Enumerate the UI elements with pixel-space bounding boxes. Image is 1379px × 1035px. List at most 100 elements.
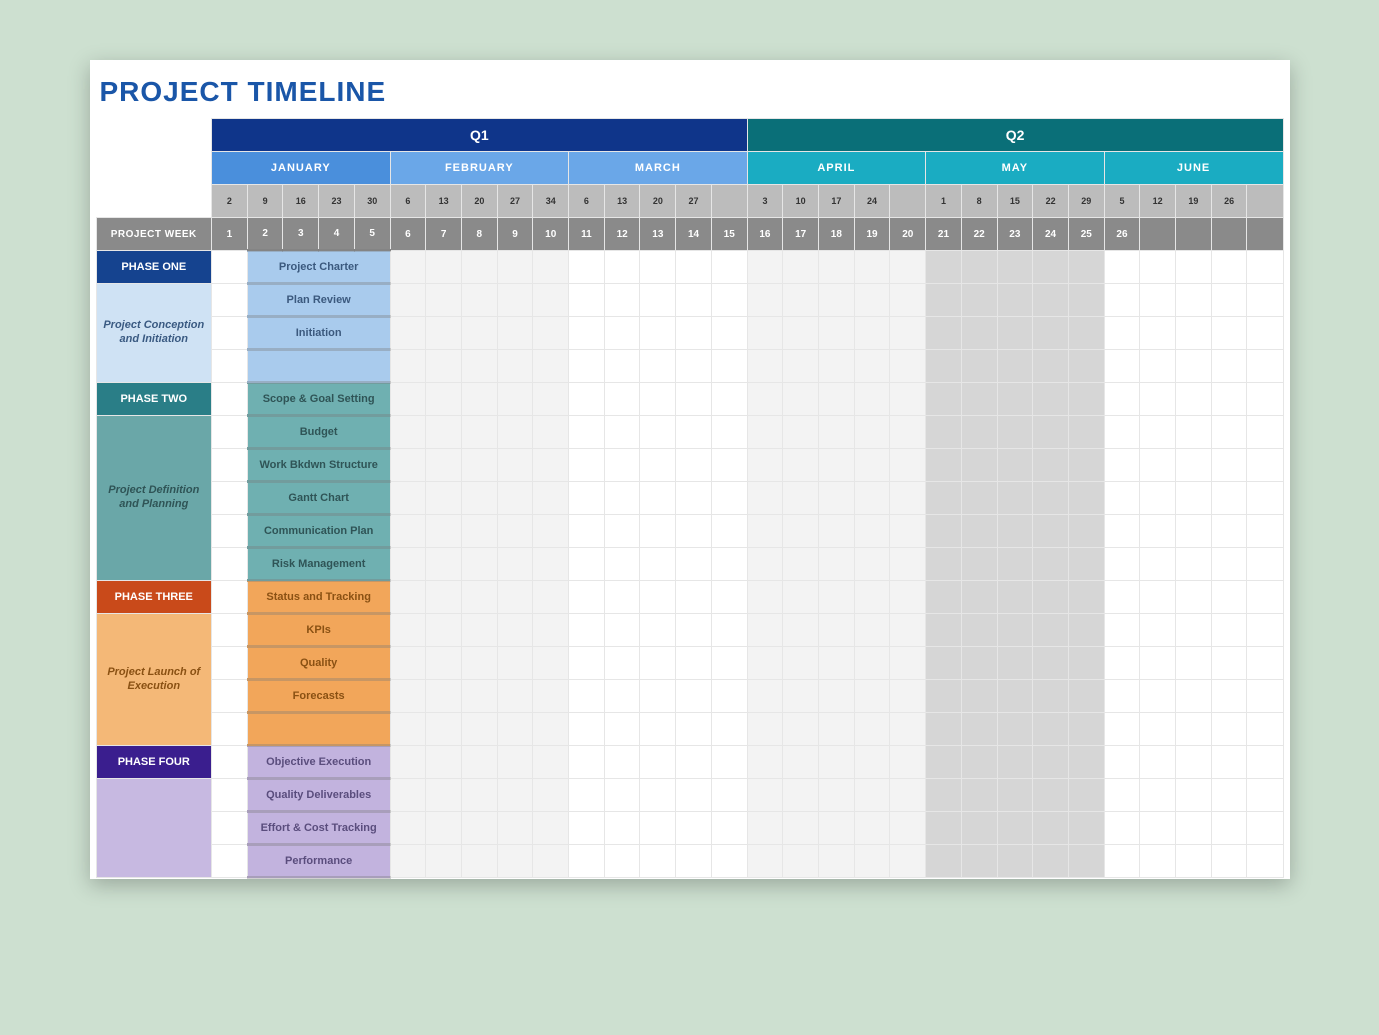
cell[interactable]	[604, 680, 640, 713]
cell[interactable]	[819, 713, 855, 746]
cell[interactable]	[854, 383, 890, 416]
cell[interactable]	[1033, 251, 1069, 284]
cell[interactable]	[854, 680, 890, 713]
cell[interactable]	[1033, 713, 1069, 746]
cell[interactable]	[1211, 416, 1247, 449]
cell[interactable]	[711, 251, 747, 284]
cell[interactable]	[1211, 812, 1247, 845]
cell[interactable]	[783, 845, 819, 878]
cell[interactable]	[461, 581, 497, 614]
cell[interactable]	[640, 350, 676, 383]
cell[interactable]	[426, 383, 462, 416]
cell[interactable]	[676, 746, 712, 779]
cell[interactable]	[212, 713, 248, 746]
cell[interactable]	[1247, 680, 1283, 713]
cell[interactable]	[711, 845, 747, 878]
cell[interactable]	[1068, 515, 1104, 548]
cell[interactable]	[747, 647, 783, 680]
cell[interactable]	[533, 383, 569, 416]
cell[interactable]	[676, 548, 712, 581]
gantt-bar[interactable]: Forecasts	[247, 680, 390, 713]
cell[interactable]	[961, 548, 997, 581]
cell[interactable]	[640, 251, 676, 284]
cell[interactable]	[390, 449, 426, 482]
cell[interactable]	[854, 317, 890, 350]
cell[interactable]	[533, 251, 569, 284]
cell[interactable]	[212, 581, 248, 614]
cell[interactable]	[1247, 713, 1283, 746]
cell[interactable]	[390, 416, 426, 449]
cell[interactable]	[461, 548, 497, 581]
cell[interactable]	[747, 383, 783, 416]
cell[interactable]	[640, 614, 676, 647]
cell[interactable]	[212, 350, 248, 383]
cell[interactable]	[604, 449, 640, 482]
cell[interactable]	[926, 548, 962, 581]
cell[interactable]	[1140, 746, 1176, 779]
cell[interactable]	[961, 416, 997, 449]
cell[interactable]	[747, 713, 783, 746]
cell[interactable]	[1068, 317, 1104, 350]
cell[interactable]	[426, 713, 462, 746]
cell[interactable]	[926, 614, 962, 647]
cell[interactable]	[819, 482, 855, 515]
cell[interactable]	[961, 779, 997, 812]
cell[interactable]	[783, 449, 819, 482]
cell[interactable]	[711, 515, 747, 548]
cell[interactable]	[212, 680, 248, 713]
cell[interactable]	[890, 746, 926, 779]
cell[interactable]	[1033, 812, 1069, 845]
cell[interactable]	[1247, 251, 1283, 284]
cell[interactable]	[890, 416, 926, 449]
cell[interactable]	[426, 548, 462, 581]
gantt-bar[interactable]: Budget	[247, 416, 390, 449]
cell[interactable]	[569, 383, 605, 416]
cell[interactable]	[212, 845, 248, 878]
cell[interactable]	[1068, 680, 1104, 713]
cell[interactable]	[711, 482, 747, 515]
cell[interactable]	[783, 383, 819, 416]
cell[interactable]	[961, 317, 997, 350]
cell[interactable]	[533, 416, 569, 449]
cell[interactable]	[676, 416, 712, 449]
gantt-bar[interactable]	[247, 350, 390, 383]
cell[interactable]	[497, 317, 533, 350]
cell[interactable]	[497, 845, 533, 878]
cell[interactable]	[1211, 581, 1247, 614]
cell[interactable]	[676, 845, 712, 878]
cell[interactable]	[1247, 845, 1283, 878]
cell[interactable]	[890, 647, 926, 680]
cell[interactable]	[426, 515, 462, 548]
cell[interactable]	[1104, 845, 1140, 878]
cell[interactable]	[997, 845, 1033, 878]
cell[interactable]	[640, 581, 676, 614]
cell[interactable]	[819, 647, 855, 680]
cell[interactable]	[747, 251, 783, 284]
cell[interactable]	[1211, 251, 1247, 284]
cell[interactable]	[604, 812, 640, 845]
cell[interactable]	[533, 779, 569, 812]
cell[interactable]	[997, 350, 1033, 383]
cell[interactable]	[604, 779, 640, 812]
cell[interactable]	[1104, 284, 1140, 317]
cell[interactable]	[569, 449, 605, 482]
cell[interactable]	[747, 680, 783, 713]
cell[interactable]	[1247, 746, 1283, 779]
cell[interactable]	[1068, 647, 1104, 680]
cell[interactable]	[819, 548, 855, 581]
cell[interactable]	[1033, 845, 1069, 878]
cell[interactable]	[1140, 383, 1176, 416]
cell[interactable]	[961, 383, 997, 416]
cell[interactable]	[569, 581, 605, 614]
cell[interactable]	[1033, 449, 1069, 482]
cell[interactable]	[1211, 779, 1247, 812]
cell[interactable]	[390, 614, 426, 647]
cell[interactable]	[640, 779, 676, 812]
cell[interactable]	[890, 350, 926, 383]
cell[interactable]	[1104, 383, 1140, 416]
cell[interactable]	[426, 779, 462, 812]
cell[interactable]	[1176, 845, 1212, 878]
cell[interactable]	[212, 416, 248, 449]
cell[interactable]	[640, 812, 676, 845]
cell[interactable]	[1211, 680, 1247, 713]
